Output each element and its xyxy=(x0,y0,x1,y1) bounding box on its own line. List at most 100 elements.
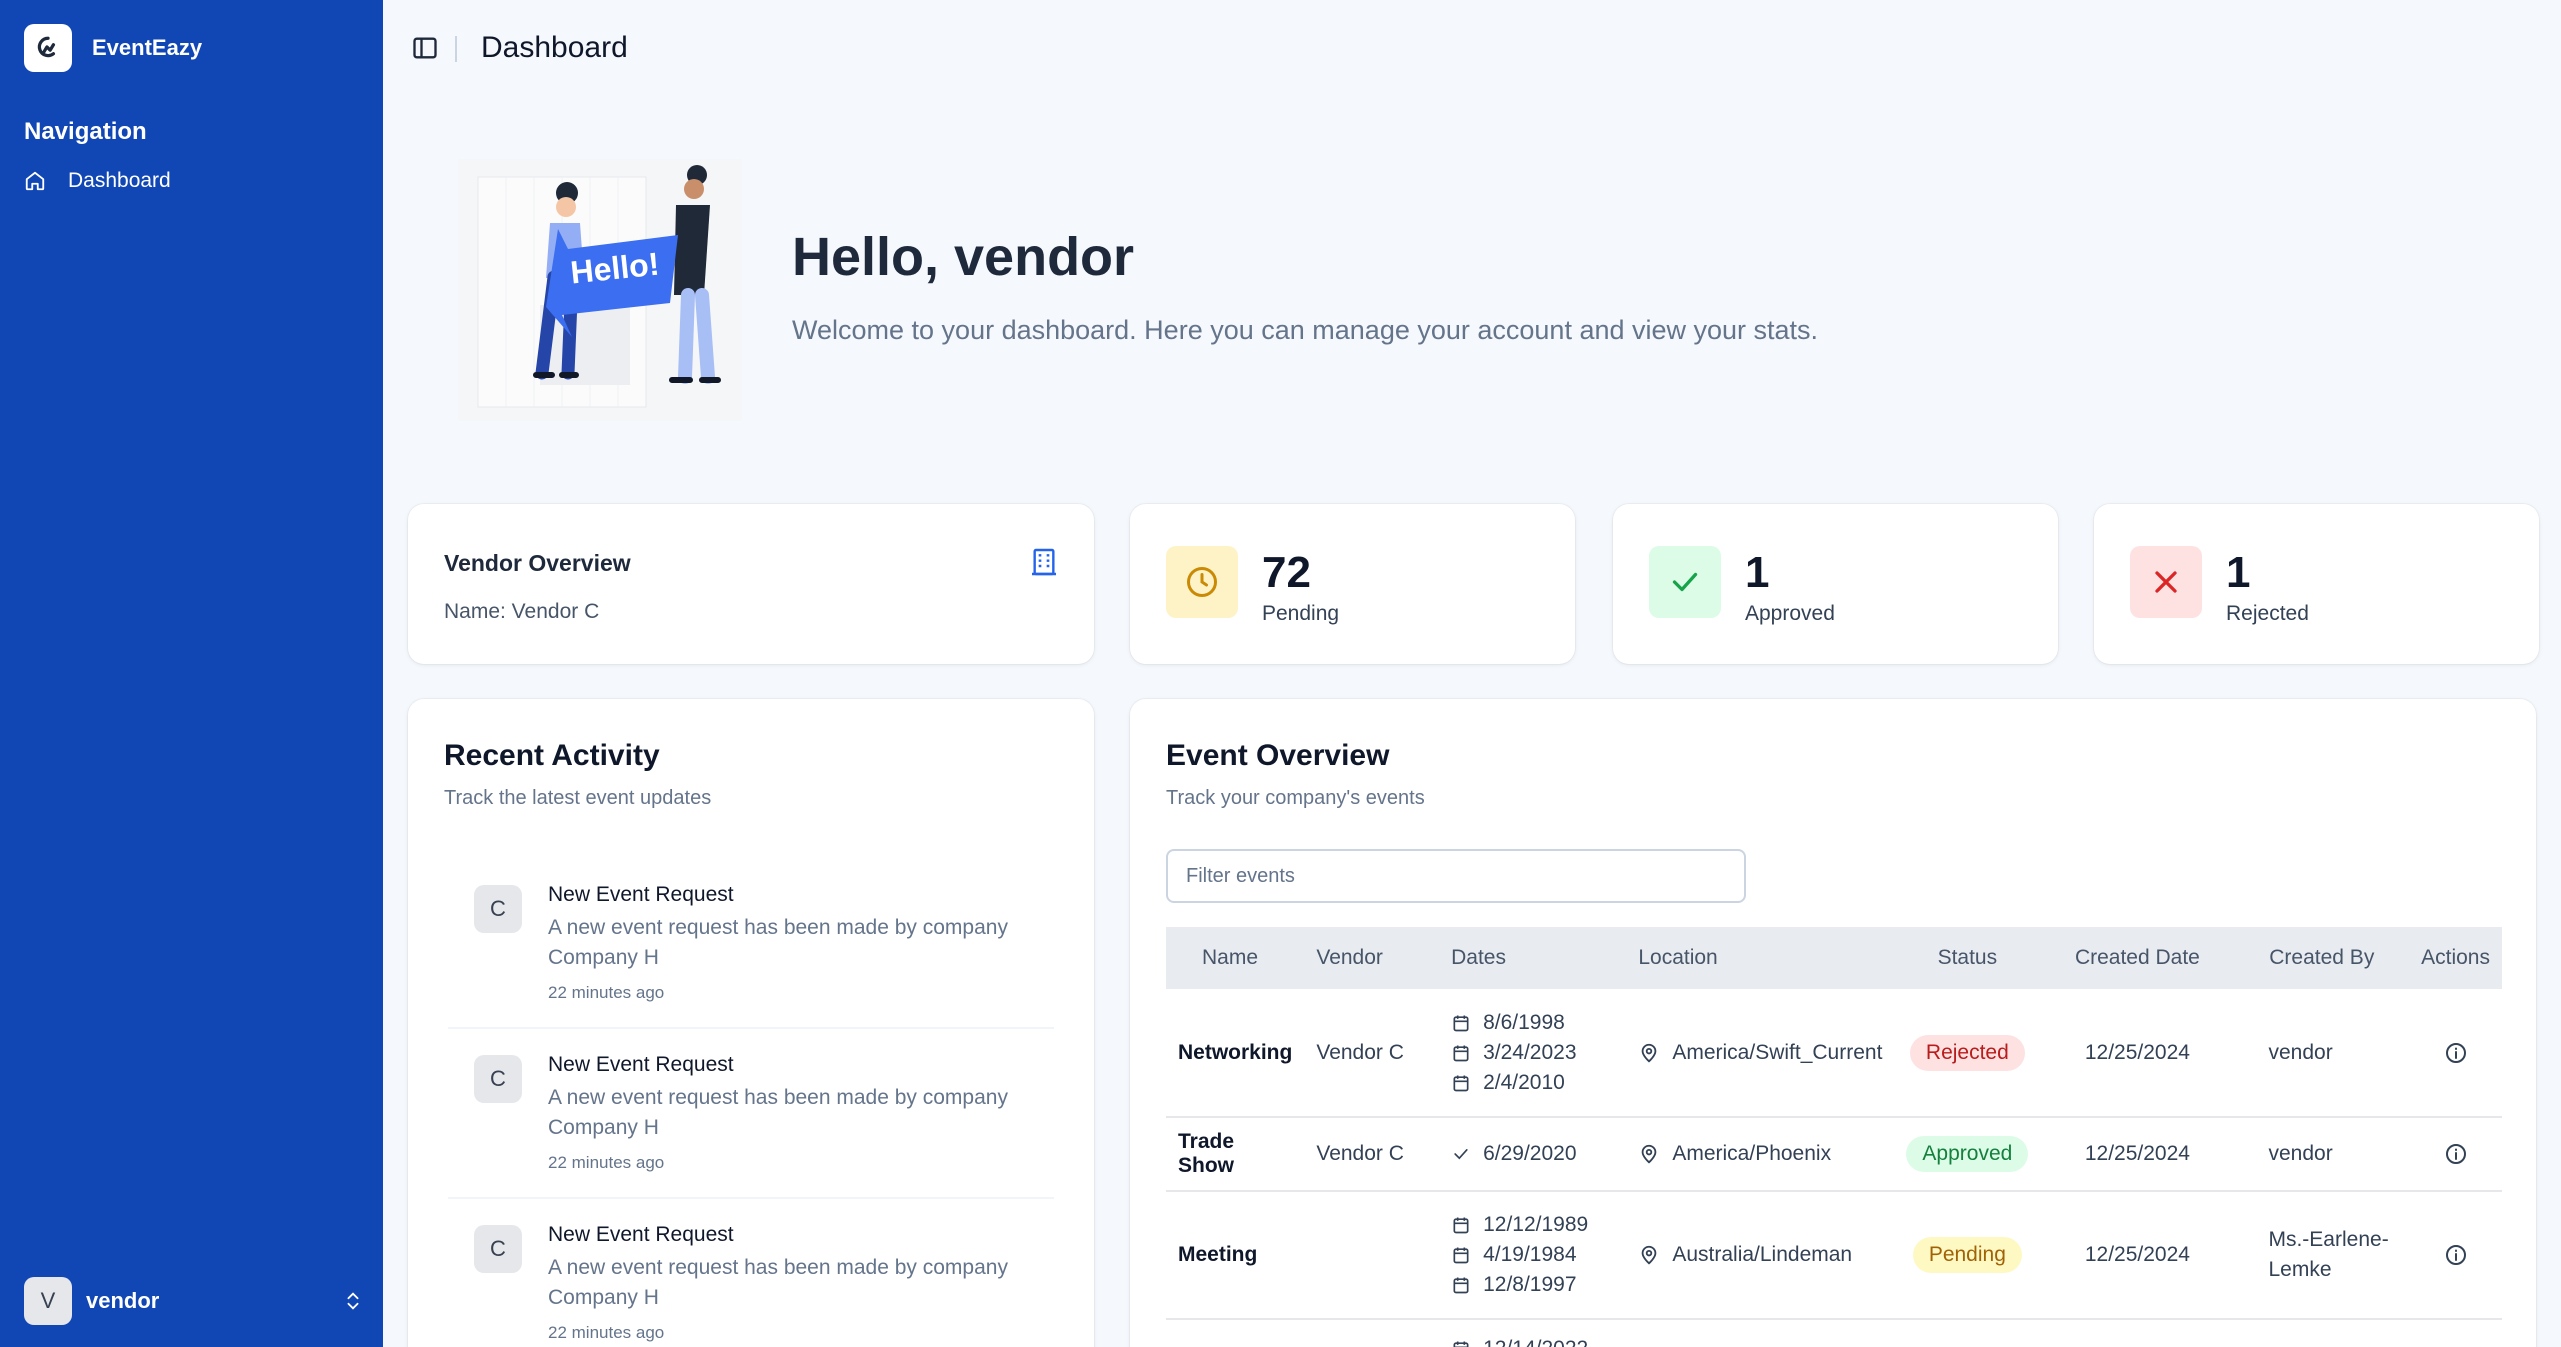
date-value: 6/29/2020 xyxy=(1483,1142,1577,1165)
cell-actions xyxy=(2409,1319,2502,1347)
date-value: 12/12/1989 xyxy=(1483,1213,1589,1236)
cell-name xyxy=(1166,1319,1304,1347)
building-icon xyxy=(1032,548,1056,576)
table-row[interactable]: 12/14/2022 xyxy=(1166,1319,2502,1347)
info-button[interactable] xyxy=(2421,1142,2490,1166)
chevrons-up-down-icon xyxy=(347,1292,359,1310)
column-header-dates[interactable]: Dates xyxy=(1439,927,1626,989)
sidebar-toggle-icon[interactable] xyxy=(411,34,439,62)
info-button[interactable] xyxy=(2421,1243,2490,1267)
pending-stat-card: 72 Pending xyxy=(1130,504,1575,664)
column-header-status[interactable]: Status xyxy=(1894,927,2040,989)
calendar-icon xyxy=(1453,1045,1469,1061)
calendar-icon xyxy=(1453,1015,1469,1031)
cell-status: Pending xyxy=(1894,1191,2040,1319)
cell-created-by: Ms.-Earlene-Lemke xyxy=(2268,1228,2389,1281)
map-pin-icon xyxy=(1642,1043,1657,1062)
approved-count: 1 xyxy=(1745,548,1770,597)
column-header-created-by[interactable]: Created By xyxy=(2234,927,2409,989)
page-title: Dashboard xyxy=(481,31,628,64)
cell-status: Approved xyxy=(1894,1117,2040,1191)
calendar-icon xyxy=(1453,1341,1469,1347)
events-table-body: Networking Vendor C 8/6/1998 3/24/2023 2/4/2… xyxy=(1166,989,2502,1347)
date-entry: 12/8/1997 xyxy=(1451,1273,1614,1297)
cell-status: Rejected xyxy=(1894,989,2040,1117)
list-item[interactable]: C New Event Request A new event request … xyxy=(448,1199,1054,1347)
calendar-icon xyxy=(1453,1277,1469,1294)
clock-icon xyxy=(1187,567,1217,597)
stat-icon-box xyxy=(1166,546,1238,618)
activity-description: A new event request has been made by com… xyxy=(548,1256,1008,1309)
events-table: Name Vendor Dates Location Status Create… xyxy=(1166,927,2502,1347)
date-entry: 12/12/1989 xyxy=(1451,1213,1614,1237)
table-row[interactable]: Meeting 12/12/1989 4/19/1984 12/8/1997 Austr… xyxy=(1166,1191,2502,1319)
activity-title: New Event Request xyxy=(548,883,734,906)
vendor-overview-title: Vendor Overview xyxy=(444,550,631,576)
date-entry: 4/19/1984 xyxy=(1451,1243,1614,1267)
column-header-name[interactable]: Name xyxy=(1166,927,1304,989)
avatar: C xyxy=(474,1055,522,1103)
user-menu[interactable]: V vendor xyxy=(24,1277,364,1325)
date-entry: 6/29/2020 xyxy=(1451,1142,1614,1166)
cell-created-date: 12/25/2024 xyxy=(2084,1142,2190,1165)
pending-count: 72 xyxy=(1262,548,1311,597)
cell-dates: 8/6/1998 3/24/2023 2/4/2010 xyxy=(1439,989,1626,1117)
recent-activity-card: Recent Activity Track the latest event u… xyxy=(408,699,1094,1347)
cell-actions xyxy=(2409,989,2502,1117)
table-row[interactable]: Trade Show Vendor C 6/29/2020 America/Phoen… xyxy=(1166,1117,2502,1191)
calendar-icon xyxy=(1453,1075,1469,1091)
event-overview-title: Event Overview xyxy=(1166,739,1390,772)
location-value: America/Swift_Current xyxy=(1672,1040,1883,1064)
cell-status xyxy=(1894,1319,2040,1347)
map-pin-icon xyxy=(1642,1144,1657,1164)
brand-name: EventEazy xyxy=(92,35,203,60)
avatar: C xyxy=(474,1225,522,1273)
list-item[interactable]: C New Event Request A new event request … xyxy=(448,1029,1054,1199)
brand-logo-icon xyxy=(24,24,72,72)
date-value: 2/4/2010 xyxy=(1483,1070,1565,1094)
rejected-count: 1 xyxy=(2226,548,2251,597)
calendar-icon xyxy=(1453,1247,1469,1264)
recent-activity-title: Recent Activity xyxy=(444,739,660,772)
brand[interactable]: EventEazy xyxy=(24,24,202,72)
map-pin-icon xyxy=(1642,1245,1657,1265)
header-divider xyxy=(455,36,457,62)
cell-name: Trade Show xyxy=(1178,1130,1235,1177)
date-value: 12/8/1997 xyxy=(1483,1273,1577,1296)
date-entry: 8/6/1998 xyxy=(1451,1011,1614,1035)
info-button[interactable] xyxy=(2421,1041,2490,1065)
date-value: 8/6/1998 xyxy=(1483,1010,1565,1034)
info-icon xyxy=(2445,1144,2466,1164)
column-header-location[interactable]: Location xyxy=(1626,927,1894,989)
user-name: vendor xyxy=(86,1288,160,1313)
sidebar: EventEazy Navigation Dashboard V vendor xyxy=(0,0,383,1347)
cell-created-date: 12/25/2024 xyxy=(2084,1243,2190,1266)
cell-location: America/Phoenix xyxy=(1626,1117,1894,1191)
table-row[interactable]: Networking Vendor C 8/6/1998 3/24/2023 2/4/2… xyxy=(1166,989,2502,1117)
cell-location: America/Swift_Current xyxy=(1626,989,1894,1117)
recent-activity-subtitle: Track the latest event updates xyxy=(444,787,712,809)
location-value: Australia/Lindeman xyxy=(1672,1243,1853,1266)
cell-vendor: Vendor C xyxy=(1316,1142,1404,1165)
date-value: 12/14/2022 xyxy=(1483,1337,1588,1347)
pending-label: Pending xyxy=(1262,602,1340,625)
cell-dates: 6/29/2020 xyxy=(1439,1117,1626,1191)
cell-name: Meeting xyxy=(1178,1243,1258,1266)
cell-created-by: vendor xyxy=(2268,1040,2333,1064)
location-value: America/Phoenix xyxy=(1672,1142,1832,1165)
cell-created-date: 12/25/2024 xyxy=(2084,1040,2190,1064)
column-header-created-date[interactable]: Created Date xyxy=(2040,927,2234,989)
list-item[interactable]: C New Event Request A new event request … xyxy=(448,859,1054,1029)
header: Dashboard xyxy=(383,0,2561,100)
cell-dates: 12/12/1989 4/19/1984 12/8/1997 xyxy=(1439,1191,1626,1319)
stat-icon-box xyxy=(1649,546,1721,618)
cell-location: Australia/Lindeman xyxy=(1626,1191,1894,1319)
calendar-icon xyxy=(1453,1217,1469,1234)
nav-section-title: Navigation xyxy=(24,118,147,145)
sidebar-item-dashboard[interactable]: Dashboard xyxy=(16,160,366,202)
vendor-name: Name: Vendor C xyxy=(444,600,600,623)
hello-illustration: Hello! xyxy=(450,155,750,425)
filter-events-input[interactable] xyxy=(1166,849,1746,903)
activity-title: New Event Request xyxy=(548,1053,734,1076)
column-header-vendor[interactable]: Vendor xyxy=(1304,927,1439,989)
